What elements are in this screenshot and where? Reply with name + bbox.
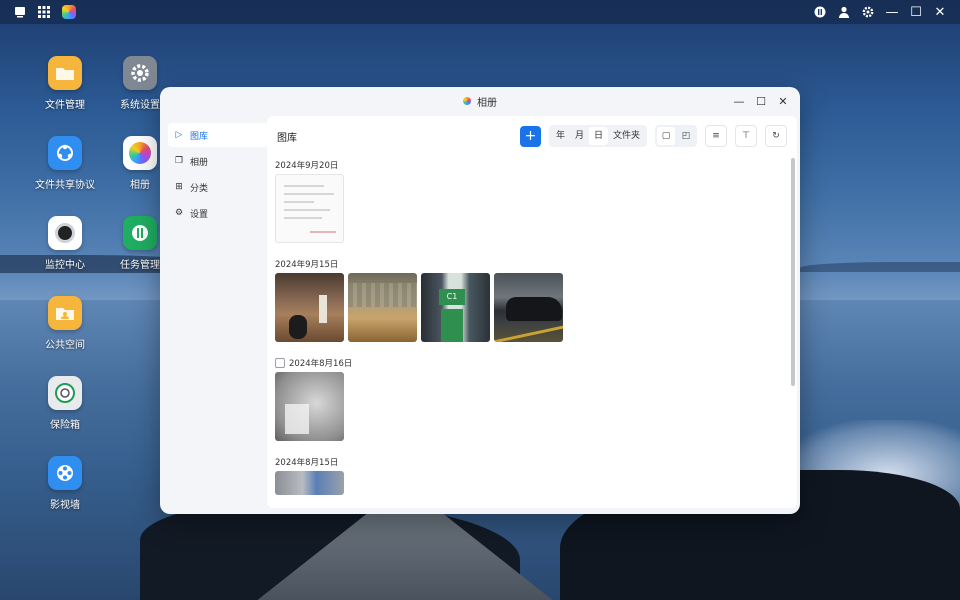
desktop-hill (800, 262, 960, 272)
gallery-main: 图库 + 年 月 日 文件夹 ▢ ◰ ≡ ⊤ ↻ 2024年9月20日 2024… (267, 116, 797, 508)
view-mode-switch: 年 月 日 文件夹 (548, 125, 647, 147)
photos-app-icon (463, 97, 471, 105)
page-title: 图库 (277, 132, 297, 144)
share-icon (48, 136, 82, 170)
photos-window: 相册 — ☐ ✕ ▷ 图库 ❐ 相册 ⊞ 分类 ⚙ 设置 图库 + 年 月 日 … (160, 87, 800, 514)
album-icon: ❐ (174, 156, 184, 166)
scrollbar[interactable] (791, 158, 795, 386)
photo-thumbnail[interactable] (275, 471, 344, 495)
parking-sign: C1 (439, 289, 465, 305)
sidebar-item-categories[interactable]: ⊞ 分类 (168, 175, 268, 199)
filter-icon[interactable]: ⊤ (735, 125, 757, 147)
view-mode-folder[interactable]: 文件夹 (608, 127, 645, 145)
window-title: 相册 (477, 97, 497, 109)
grid-small-icon[interactable]: ▢ (657, 127, 675, 145)
public-folder-icon (48, 296, 82, 330)
desktop-icon-video-wall[interactable]: 影视墙 (20, 456, 110, 511)
gallery-icon: ▷ (175, 130, 183, 140)
photos-icon (123, 136, 157, 170)
task-icon (123, 216, 157, 250)
category-icon: ⊞ (175, 182, 183, 192)
show-desktop-icon[interactable] (8, 0, 32, 24)
photo-thumbnail[interactable] (275, 174, 344, 243)
view-mode-year[interactable]: 年 (551, 127, 570, 145)
group-date: 2024年8月16日 (275, 354, 785, 372)
photos-taskbar-icon[interactable] (62, 5, 76, 19)
task-status-icon[interactable] (808, 0, 832, 24)
sidebar: ▷ 图库 ❐ 相册 ⊞ 分类 ⚙ 设置 (168, 123, 268, 227)
taskbar: — ☐ ✕ (0, 0, 960, 24)
folder-icon (48, 56, 82, 90)
grid-large-icon[interactable]: ◰ (677, 127, 695, 145)
safe-icon (48, 376, 82, 410)
window-titlebar[interactable]: 相册 — ☐ ✕ (160, 87, 800, 115)
group-date: 2024年9月20日 (275, 161, 339, 171)
view-mode-month[interactable]: 月 (570, 127, 589, 145)
photo-thumbnail[interactable]: C1 (421, 273, 490, 342)
close-icon[interactable]: ✕ (774, 93, 792, 109)
gear-icon[interactable] (856, 0, 880, 24)
desktop-icon-public-space[interactable]: 公共空间 (20, 296, 110, 351)
camera-icon (48, 216, 82, 250)
photo-thumbnail[interactable] (275, 273, 344, 342)
photo-thumbnail[interactable] (494, 273, 563, 342)
group-select-checkbox[interactable] (275, 358, 285, 368)
maximize-icon[interactable]: ☐ (904, 0, 928, 24)
user-icon[interactable] (832, 0, 856, 24)
group-date: 2024年8月15日 (275, 458, 339, 468)
sort-icon[interactable]: ≡ (705, 125, 727, 147)
app-grid-icon[interactable] (32, 0, 56, 24)
minimize-icon[interactable]: — (730, 93, 748, 109)
sidebar-item-gallery[interactable]: ▷ 图库 (168, 123, 268, 147)
layout-switch: ▢ ◰ (655, 125, 697, 147)
photo-thumbnail[interactable] (348, 273, 417, 342)
photo-thumbnail[interactable] (275, 372, 344, 441)
gear-icon (123, 56, 157, 90)
minimize-icon[interactable]: — (880, 0, 904, 24)
refresh-icon[interactable]: ↻ (765, 125, 787, 147)
maximize-icon[interactable]: ☐ (752, 93, 770, 109)
group-date: 2024年9月15日 (275, 260, 339, 270)
view-mode-day[interactable]: 日 (588, 127, 608, 145)
film-icon (48, 456, 82, 490)
close-icon[interactable]: ✕ (928, 0, 952, 24)
desktop-icon-safe[interactable]: 保险箱 (20, 376, 110, 431)
settings-icon: ⚙ (174, 208, 184, 218)
sidebar-item-albums[interactable]: ❐ 相册 (168, 149, 268, 173)
sidebar-item-settings[interactable]: ⚙ 设置 (168, 201, 268, 225)
gallery-toolbar: 图库 + 年 月 日 文件夹 ▢ ◰ ≡ ⊤ ↻ (267, 116, 797, 156)
photo-groups: 2024年9月20日 2024年9月15日 C1 2024年8月16日 2024… (275, 156, 785, 507)
add-button[interactable]: + (519, 125, 541, 147)
